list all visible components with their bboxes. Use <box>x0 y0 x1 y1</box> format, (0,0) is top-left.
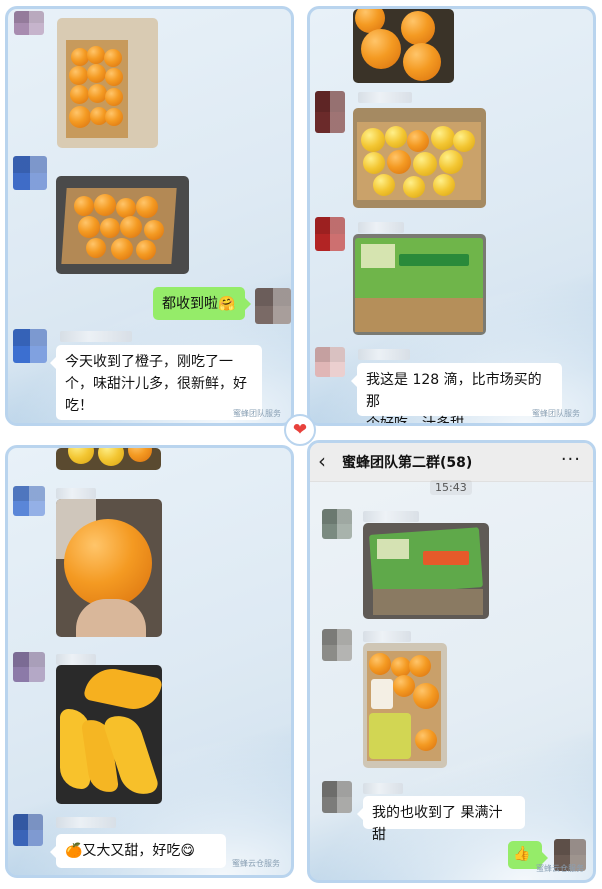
orange-box-photo[interactable] <box>57 18 158 148</box>
watermark: 蜜蜂团队服务 <box>532 409 580 418</box>
message-line: 吃！ <box>65 398 93 414</box>
chat-panel-4: ‹ 蜜蜂团队第二群(58) ··· 15:43 我的也收到了 果满汁甜 👍 蜜蜂… <box>307 440 596 883</box>
avatar[interactable] <box>322 509 352 539</box>
message-line: 我这是 128 滴，比市场买的那 <box>366 372 542 410</box>
avatar[interactable] <box>13 814 43 846</box>
message-text: 都收到啦🤗 <box>162 296 236 312</box>
message-line: 个，味甜汁儿多，很新鲜，好 <box>65 376 247 392</box>
orange-in-hand-photo[interactable] <box>56 499 162 637</box>
lemon-box-photo[interactable] <box>353 108 486 208</box>
chat-header: ‹ 蜜蜂团队第二群(58) ··· <box>310 443 593 482</box>
orange-photo[interactable] <box>353 9 454 83</box>
message-text: 我的也收到了 果满汁甜 <box>372 805 503 843</box>
oranges-box-photo[interactable] <box>363 643 447 768</box>
message-bubble[interactable]: 今天收到了橙子，刚吃了一 个，味甜汁儿多，很新鲜，好 吃！ <box>50 345 262 420</box>
more-icon[interactable]: ··· <box>561 449 581 470</box>
message-text: 🍊又大又甜，好吃😋 <box>65 843 196 859</box>
fruit-box-photo[interactable] <box>363 523 489 619</box>
avatar[interactable] <box>322 629 352 661</box>
sender-name <box>60 331 132 342</box>
thumbs-up-icon: 👍 <box>513 846 531 862</box>
sender-name <box>56 817 116 828</box>
fruit-box-photo[interactable] <box>353 234 486 335</box>
sender-name <box>363 511 419 522</box>
sender-name <box>56 654 96 665</box>
orange-photo[interactable] <box>56 448 161 470</box>
sender-name <box>363 631 411 642</box>
sliced-orange-photo[interactable] <box>56 665 162 804</box>
avatar[interactable] <box>13 486 45 516</box>
chat-panel-2: 我这是 128 滴，比市场买的那 个好吃，汁多甜 蜜蜂团队服务 <box>307 6 596 426</box>
message-bubble[interactable]: 🍊又大又甜，好吃😋 <box>50 834 226 868</box>
avatar[interactable] <box>14 11 44 35</box>
avatar[interactable] <box>13 156 47 190</box>
sender-name <box>358 92 412 103</box>
message-timestamp: 15:43 <box>430 480 472 495</box>
orange-box-photo[interactable] <box>56 176 189 274</box>
watermark: 蜜蜂云仓服务 <box>232 859 280 868</box>
chat-title: 蜜蜂团队第二群(58) <box>342 455 473 471</box>
sender-name <box>363 783 403 794</box>
message-line: 今天收到了橙子，刚吃了一 <box>65 354 233 370</box>
self-avatar[interactable] <box>255 288 291 324</box>
message-bubble[interactable]: 我的也收到了 果满汁甜 <box>357 796 525 843</box>
sender-name <box>56 488 96 499</box>
avatar[interactable] <box>315 347 345 377</box>
message-line: 个好吃，汁多甜 <box>366 416 464 426</box>
avatar[interactable] <box>322 781 352 813</box>
avatar[interactable] <box>315 217 345 251</box>
avatar[interactable] <box>315 91 345 133</box>
sender-name <box>358 349 410 360</box>
watermark: 蜜蜂云仓服务 <box>536 864 584 873</box>
back-icon[interactable]: ‹ <box>318 449 326 473</box>
avatar[interactable] <box>13 652 45 682</box>
sender-name <box>358 222 404 233</box>
self-message-bubble[interactable]: 都收到啦🤗 <box>153 287 251 320</box>
chat-panel-3: 🍊又大又甜，好吃😋 蜜蜂云仓服务 <box>5 445 294 878</box>
avatar[interactable] <box>13 329 47 363</box>
watermark: 蜜蜂团队服务 <box>233 409 281 418</box>
chat-panel-1: 都收到啦🤗 今天收到了橙子，刚吃了一 个，味甜汁儿多，很新鲜，好 吃！ 蜜蜂团队… <box>5 6 294 426</box>
